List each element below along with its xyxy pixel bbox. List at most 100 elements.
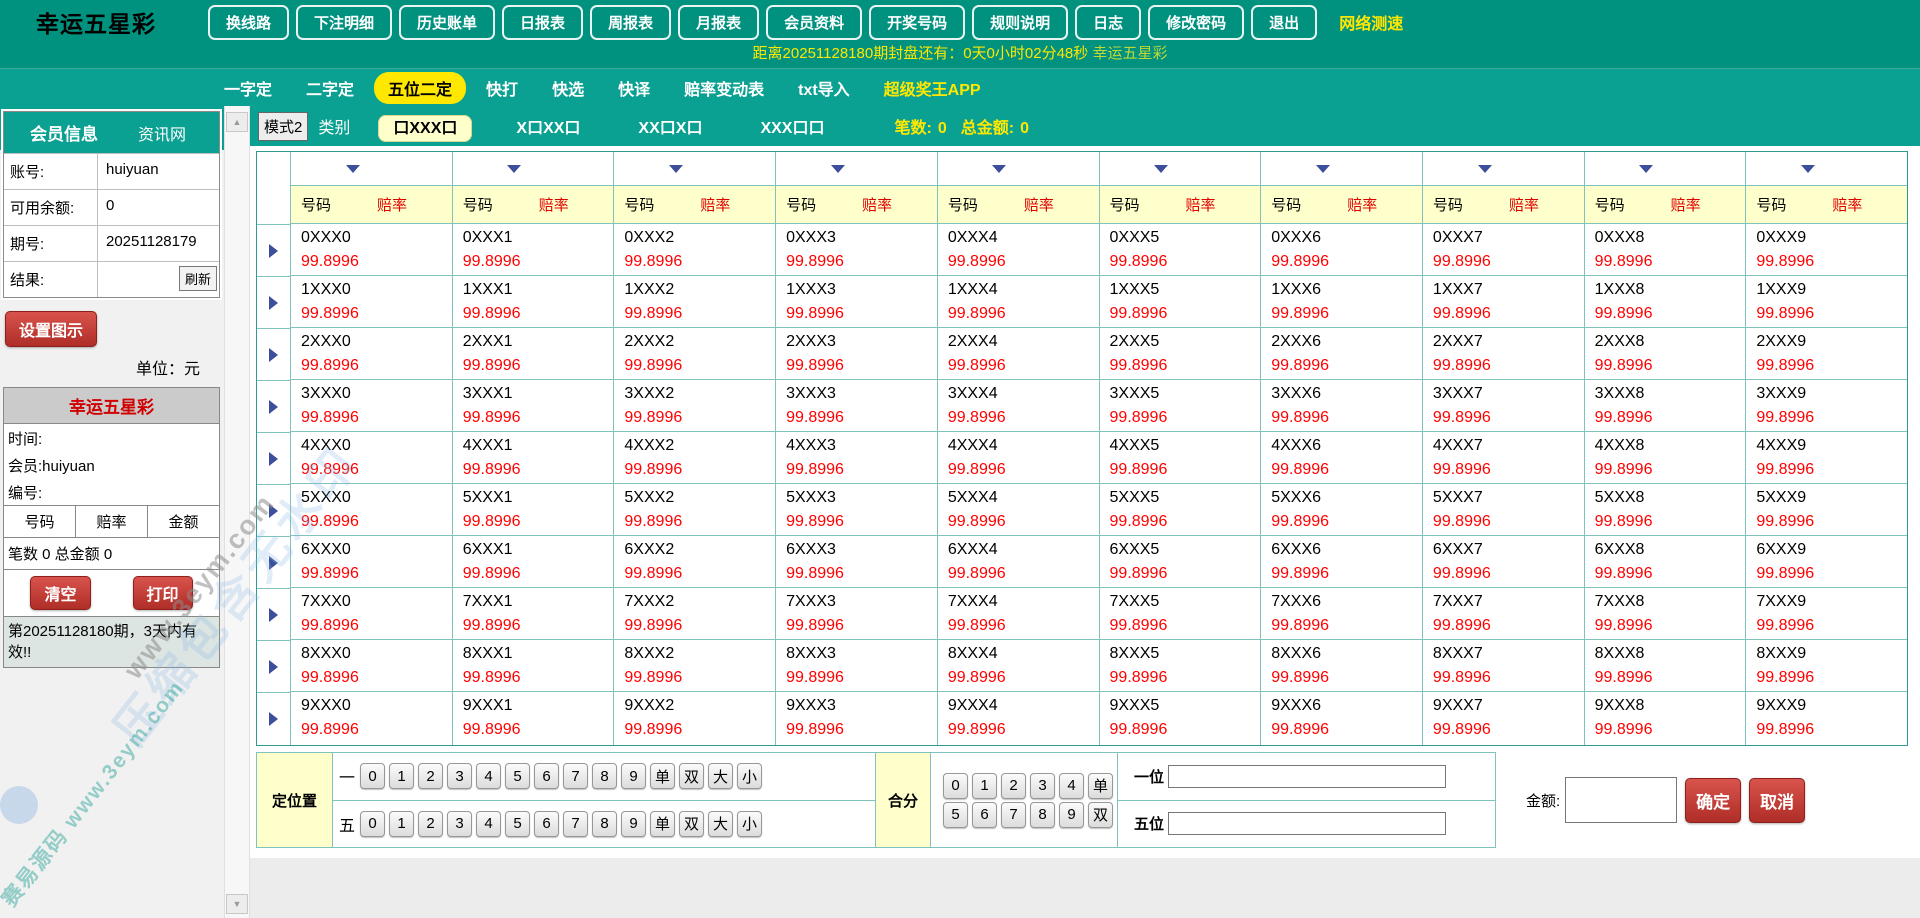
scroll-down-icon[interactable]: ▼ [226,894,248,914]
odds-cell-5XXX5[interactable]: 5XXX5 99.8996 [1099,484,1261,536]
tab-member-info[interactable]: 会员信息 [30,120,98,145]
tab-赔率变动表[interactable]: 赔率变动表 [670,72,778,104]
odds-cell-3XXX3[interactable]: 3XXX3 99.8996 [776,380,937,432]
odds-cell-1XXX9[interactable]: 1XXX9 99.8996 [1746,276,1908,328]
odds-cell-1XXX1[interactable]: 1XXX1 99.8996 [452,276,614,328]
nav-button-月报表[interactable]: 月报表 [678,4,760,40]
odds-cell-6XXX7[interactable]: 6XXX7 99.8996 [1422,536,1584,588]
odds-cell-9XXX0[interactable]: 9XXX0 99.8996 [291,692,452,744]
tab-一字定[interactable]: 一字定 [210,72,286,104]
pick-button-五-1[interactable]: 1 [389,810,415,837]
odds-cell-0XXX1[interactable]: 0XXX1 99.8996 [452,224,614,276]
sum-button-4[interactable]: 4 [1059,772,1084,799]
odds-cell-5XXX4[interactable]: 5XXX4 99.8996 [937,484,1099,536]
odds-cell-7XXX7[interactable]: 7XXX7 99.8996 [1422,588,1584,640]
odds-cell-9XXX2[interactable]: 9XXX2 99.8996 [614,692,775,744]
nav-button-规则说明[interactable]: 规则说明 [972,4,1069,40]
odds-cell-2XXX9[interactable]: 2XXX9 99.8996 [1746,328,1908,380]
odds-cell-0XXX5[interactable]: 0XXX5 99.8996 [1099,224,1261,276]
odds-cell-2XXX2[interactable]: 2XXX2 99.8996 [614,328,776,380]
pick-button-一-9[interactable]: 9 [621,763,647,790]
odds-cell-8XXX2[interactable]: 8XXX2 99.8996 [614,640,776,692]
odds-cell-7XXX1[interactable]: 7XXX1 99.8996 [452,588,614,640]
pick-button-五-6[interactable]: 6 [534,810,560,837]
odds-cell-2XXX5[interactable]: 2XXX5 99.8996 [1099,328,1261,380]
sum-button-9[interactable]: 9 [1059,801,1084,828]
odds-cell-2XXX1[interactable]: 2XXX1 99.8996 [452,328,614,380]
category-tab-口XXX口[interactable]: 口XXX口 [378,115,473,142]
pick-button-一-0[interactable]: 0 [360,763,386,790]
column-dropdown[interactable] [937,152,1099,186]
pick-button-一-单[interactable]: 单 [650,763,676,790]
column-dropdown[interactable] [452,152,614,186]
odds-cell-8XXX0[interactable]: 8XXX0 99.8996 [291,640,452,692]
row-select-cell[interactable] [257,485,290,537]
odds-cell-5XXX0[interactable]: 5XXX0 99.8996 [291,484,452,536]
row-select-cell[interactable] [257,641,290,693]
odds-cell-7XXX6[interactable]: 7XXX6 99.8996 [1261,588,1422,640]
odds-cell-1XXX7[interactable]: 1XXX7 99.8996 [1422,276,1584,328]
scroll-up-icon[interactable]: ▲ [226,112,248,132]
category-tab-XX口X口[interactable]: XX口X口 [624,116,716,141]
odds-cell-7XXX5[interactable]: 7XXX5 99.8996 [1099,588,1261,640]
odds-cell-0XXX8[interactable]: 0XXX8 99.8996 [1584,224,1746,276]
odds-cell-0XXX4[interactable]: 0XXX4 99.8996 [937,224,1099,276]
column-dropdown[interactable] [1261,152,1422,186]
category-tab-XXX口口[interactable]: XXX口口 [746,116,838,141]
row-select-cell[interactable] [257,329,290,381]
tab-快译[interactable]: 快译 [604,72,664,104]
odds-cell-3XXX9[interactable]: 3XXX9 99.8996 [1746,380,1908,432]
sum-button-单[interactable]: 单 [1088,772,1113,799]
odds-cell-3XXX8[interactable]: 3XXX8 99.8996 [1584,380,1746,432]
set-image-button[interactable]: 设置图示 [5,311,98,347]
pick-button-一-小[interactable]: 小 [737,763,763,790]
pick-button-一-大[interactable]: 大 [708,763,734,790]
odds-cell-8XXX9[interactable]: 8XXX9 99.8996 [1746,640,1908,692]
odds-cell-1XXX0[interactable]: 1XXX0 99.8996 [291,276,452,328]
cancel-button[interactable]: 取消 [1749,777,1806,823]
odds-cell-0XXX7[interactable]: 0XXX7 99.8996 [1422,224,1584,276]
odds-cell-6XXX2[interactable]: 6XXX2 99.8996 [614,536,776,588]
pick-button-一-3[interactable]: 3 [447,763,473,790]
odds-cell-9XXX4[interactable]: 9XXX4 99.8996 [938,692,1099,744]
odds-cell-9XXX7[interactable]: 9XXX7 99.8996 [1423,692,1584,744]
odds-cell-7XXX9[interactable]: 7XXX9 99.8996 [1746,588,1908,640]
sum-button-1[interactable]: 1 [972,772,997,799]
odds-cell-8XXX4[interactable]: 8XXX4 99.8996 [937,640,1099,692]
sum-button-3[interactable]: 3 [1030,772,1055,799]
nav-button-退出[interactable]: 退出 [1251,4,1318,40]
row-select-cell[interactable] [257,589,290,641]
odds-cell-5XXX8[interactable]: 5XXX8 99.8996 [1584,484,1746,536]
odds-cell-4XXX7[interactable]: 4XXX7 99.8996 [1422,432,1584,484]
odds-cell-8XXX3[interactable]: 8XXX3 99.8996 [776,640,937,692]
odds-cell-6XXX8[interactable]: 6XXX8 99.8996 [1584,536,1746,588]
pick-button-五-双[interactable]: 双 [679,810,705,837]
odds-cell-8XXX5[interactable]: 8XXX5 99.8996 [1099,640,1261,692]
odds-cell-5XXX9[interactable]: 5XXX9 99.8996 [1746,484,1908,536]
pick-button-五-5[interactable]: 5 [505,810,531,837]
odds-cell-8XXX1[interactable]: 8XXX1 99.8996 [452,640,614,692]
odds-cell-4XXX1[interactable]: 4XXX1 99.8996 [452,432,614,484]
odds-cell-0XXX9[interactable]: 0XXX9 99.8996 [1746,224,1908,276]
odds-cell-4XXX5[interactable]: 4XXX5 99.8996 [1099,432,1261,484]
tab-二字定[interactable]: 二字定 [292,72,368,104]
pick-button-五-4[interactable]: 4 [476,810,502,837]
odds-cell-4XXX8[interactable]: 4XXX8 99.8996 [1584,432,1746,484]
sum-button-双[interactable]: 双 [1088,801,1113,828]
odds-cell-3XXX7[interactable]: 3XXX7 99.8996 [1422,380,1584,432]
row-select-cell[interactable] [257,693,290,745]
pick-button-一-5[interactable]: 5 [505,763,531,790]
nav-button-周报表[interactable]: 周报表 [590,4,672,40]
odds-cell-6XXX5[interactable]: 6XXX5 99.8996 [1099,536,1261,588]
nav-button-开奖号码[interactable]: 开奖号码 [869,4,966,40]
column-dropdown[interactable] [291,152,452,186]
odds-cell-7XXX4[interactable]: 7XXX4 99.8996 [937,588,1099,640]
odds-cell-9XXX3[interactable]: 9XXX3 99.8996 [776,692,937,744]
odds-cell-2XXX6[interactable]: 2XXX6 99.8996 [1261,328,1422,380]
row-select-cell[interactable] [257,381,290,433]
odds-cell-6XXX1[interactable]: 6XXX1 99.8996 [452,536,614,588]
clear-button[interactable]: 清空 [30,576,91,610]
odds-cell-2XXX4[interactable]: 2XXX4 99.8996 [937,328,1099,380]
odds-cell-5XXX1[interactable]: 5XXX1 99.8996 [452,484,614,536]
tab-快选[interactable]: 快选 [538,72,598,104]
